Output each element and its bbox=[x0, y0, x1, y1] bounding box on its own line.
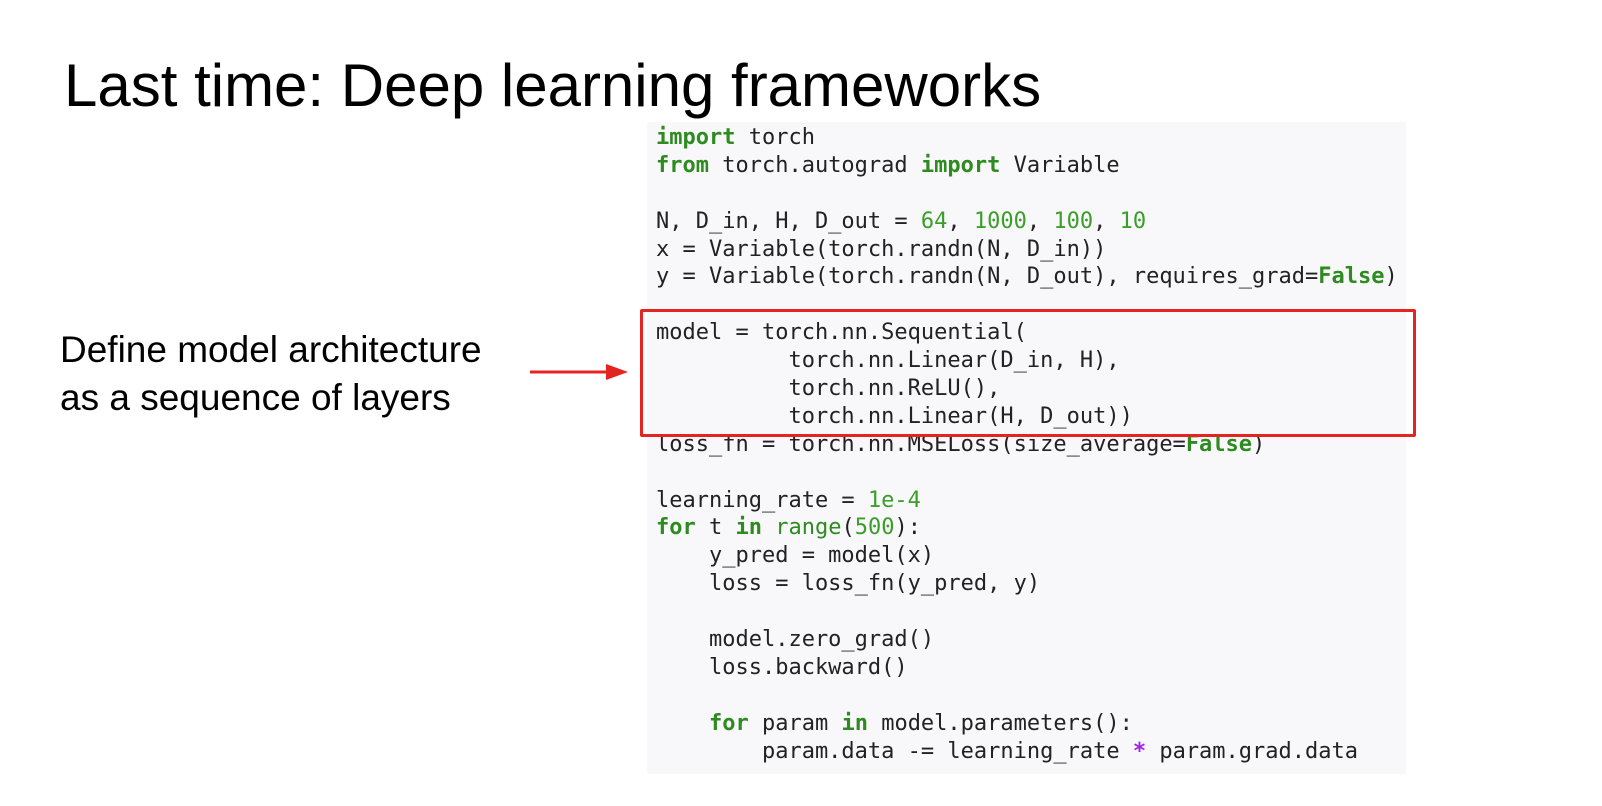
code-token: y_pred = model(x) bbox=[656, 543, 935, 569]
code-token: in bbox=[735, 515, 763, 541]
right-arrow-icon bbox=[530, 364, 628, 380]
code-line: N, D_in, H, D_out = 64, 1000, 100, 10 bbox=[656, 208, 1398, 236]
code-token: model.zero_grad() bbox=[656, 627, 935, 653]
code-token: y = Variable(torch.randn(N, D_out), requ… bbox=[656, 264, 1319, 290]
code-token: ): bbox=[894, 515, 921, 541]
code-token: , bbox=[1026, 208, 1054, 234]
code-token: 1000 bbox=[973, 208, 1027, 234]
code-token: t bbox=[695, 515, 736, 541]
code-line: import torch bbox=[656, 124, 1398, 152]
code-block: import torch from torch.autograd import V… bbox=[656, 124, 1398, 765]
code-token: 10 bbox=[1119, 208, 1147, 234]
slide-title: Last time: Deep learning frameworks bbox=[64, 52, 1042, 119]
code-line: from torch.autograd import Variable bbox=[656, 152, 1398, 180]
code-token: ) bbox=[1384, 264, 1398, 290]
code-line: for t in range(500): bbox=[656, 514, 1398, 542]
code-line: y_pred = model(x) bbox=[656, 542, 1398, 570]
code-line: x = Variable(torch.randn(N, D_in)) bbox=[656, 236, 1398, 264]
code-token: 64 bbox=[920, 208, 948, 234]
code-line: learning_rate = 1e-4 bbox=[656, 487, 1398, 515]
code-line: loss = loss_fn(y_pred, y) bbox=[656, 570, 1398, 598]
highlight-box bbox=[640, 309, 1416, 437]
code-token: param bbox=[748, 710, 842, 736]
code-token: param.grad.data bbox=[1146, 738, 1358, 764]
code-token: , bbox=[947, 208, 974, 234]
code-line: loss.backward() bbox=[656, 654, 1398, 682]
code-token: range bbox=[775, 515, 842, 541]
code-token: model.parameters(): bbox=[867, 710, 1133, 736]
code-line: for param in model.parameters(): bbox=[656, 710, 1398, 738]
code-line: y = Variable(torch.randn(N, D_out), requ… bbox=[656, 263, 1398, 291]
code-token: * bbox=[1132, 738, 1147, 764]
code-token: torch bbox=[735, 125, 815, 150]
code-token: in bbox=[841, 710, 868, 736]
arrow-head bbox=[606, 364, 628, 380]
code-token: for bbox=[708, 710, 749, 736]
code-token: from bbox=[656, 152, 709, 178]
code-line: model.zero_grad() bbox=[656, 626, 1398, 654]
annotation-text: Define model architecture as a sequence … bbox=[60, 326, 482, 422]
code-line: param.data -= learning_rate * param.grad… bbox=[656, 738, 1398, 766]
code-token: 500 bbox=[854, 515, 895, 541]
code-token: Variable bbox=[1000, 152, 1120, 178]
code-token: param.data -= learning_rate bbox=[656, 738, 1133, 764]
code-token: , bbox=[1093, 208, 1120, 234]
code-token: import bbox=[656, 125, 736, 150]
code-token: x = Variable(torch.randn(N, D_in)) bbox=[656, 236, 1107, 262]
code-token: for bbox=[656, 515, 696, 541]
code-token: import bbox=[920, 152, 1001, 178]
annotation-line-1: Define model architecture bbox=[60, 329, 482, 370]
code-token: False bbox=[1318, 264, 1385, 290]
code-token: ( bbox=[841, 515, 855, 541]
code-token: torch.autograd bbox=[708, 152, 921, 178]
code-token: 100 bbox=[1053, 208, 1094, 234]
code-token: learning_rate = bbox=[656, 487, 868, 513]
code-token: loss = loss_fn(y_pred, y) bbox=[656, 571, 1041, 597]
code-token: 1e-4 bbox=[867, 487, 921, 513]
code-token: loss.backward() bbox=[656, 654, 908, 680]
annotation-line-2: as a sequence of layers bbox=[60, 377, 451, 418]
code-token: N, D_in, H, D_out = bbox=[656, 208, 921, 234]
